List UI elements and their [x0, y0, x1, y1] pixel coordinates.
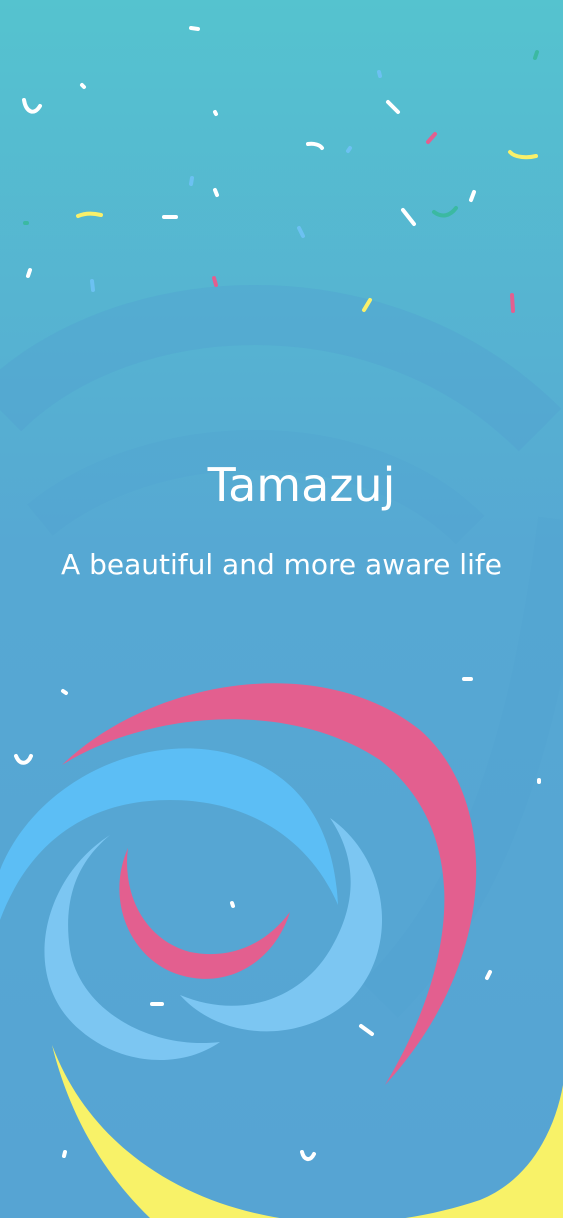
gradient-background: [0, 0, 563, 1218]
splash-screen: Tamazuj A beautiful and more aware life: [0, 0, 563, 1218]
app-title: Tamazuj: [207, 458, 396, 512]
app-tagline: A beautiful and more aware life: [61, 548, 502, 581]
splash-background: [0, 0, 563, 1218]
